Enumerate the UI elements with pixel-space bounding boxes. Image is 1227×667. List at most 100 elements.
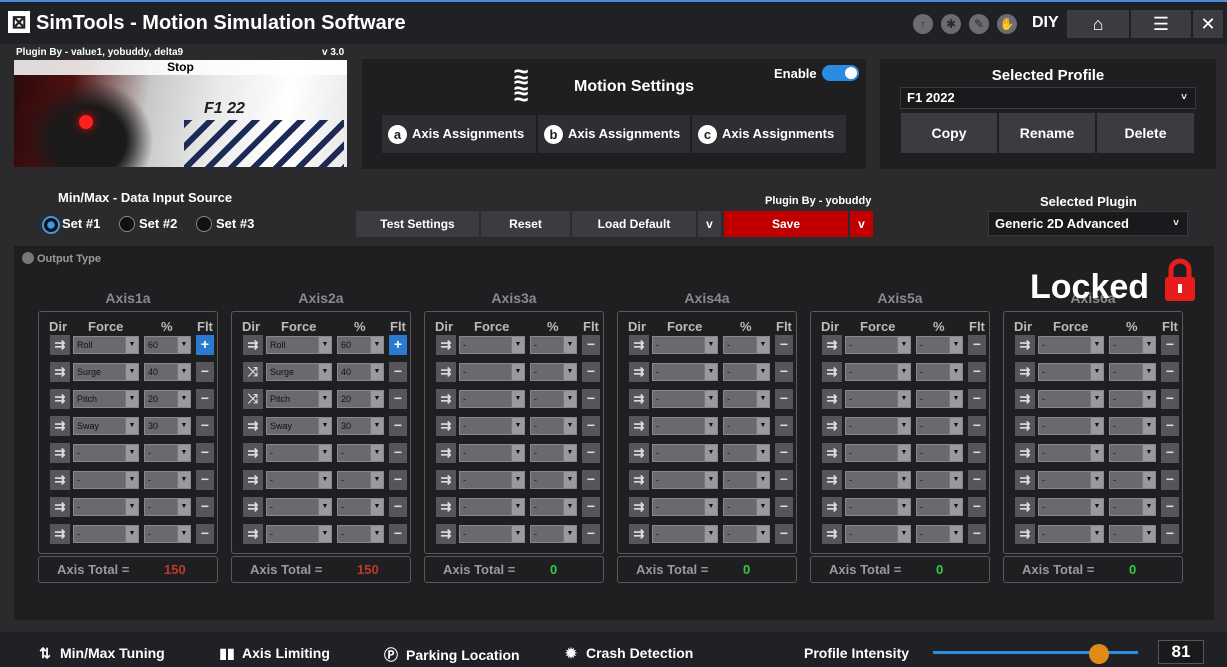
direction-toggle[interactable]: ⇉ [50, 416, 70, 436]
percent-select[interactable]: 60 ▼ [144, 336, 191, 354]
reset-button[interactable]: Reset [481, 211, 570, 237]
save-button[interactable]: Save [724, 211, 848, 237]
filter-button[interactable]: − [196, 497, 214, 517]
filter-button[interactable]: − [1161, 443, 1179, 463]
direction-toggle[interactable]: ⇉ [436, 362, 456, 382]
direction-toggle[interactable]: ⇉ [629, 470, 649, 490]
filter-button[interactable]: − [775, 470, 793, 490]
filter-button[interactable]: − [775, 362, 793, 382]
save-dropdown[interactable]: v [850, 211, 873, 237]
percent-select[interactable]: - ▼ [530, 336, 577, 354]
intensity-slider-handle[interactable] [1089, 644, 1109, 664]
copy-button[interactable]: Copy [901, 113, 997, 153]
filter-button[interactable]: − [968, 524, 986, 544]
filter-button[interactable]: + [389, 335, 407, 355]
set3-radio[interactable]: Set #3 [196, 216, 254, 232]
force-select[interactable]: - ▼ [1038, 336, 1104, 354]
force-select[interactable]: - ▼ [1038, 390, 1104, 408]
force-select[interactable]: - ▼ [845, 471, 911, 489]
direction-toggle[interactable]: ⇉ [822, 335, 842, 355]
filter-button[interactable]: + [196, 335, 214, 355]
direction-toggle[interactable]: ⇉ [243, 335, 263, 355]
delete-button[interactable]: Delete [1097, 113, 1194, 153]
direction-toggle[interactable]: ⇉ [1015, 335, 1035, 355]
plugin-select[interactable]: Generic 2D Advanced ˅ [988, 211, 1188, 236]
force-select[interactable]: Sway ▼ [266, 417, 332, 435]
direction-toggle[interactable]: ⇉ [629, 389, 649, 409]
force-select[interactable]: - ▼ [73, 498, 139, 516]
filter-button[interactable]: − [775, 497, 793, 517]
filter-button[interactable]: − [582, 443, 600, 463]
percent-select[interactable]: 20 ▼ [337, 390, 384, 408]
set2-radio[interactable]: Set #2 [119, 216, 177, 232]
force-select[interactable]: - ▼ [652, 417, 718, 435]
force-select[interactable]: Pitch ▼ [266, 390, 332, 408]
direction-toggle[interactable]: ⇉ [243, 416, 263, 436]
direction-toggle[interactable]: ⇉ [436, 497, 456, 517]
force-select[interactable]: - ▼ [73, 525, 139, 543]
direction-toggle[interactable]: ⇉ [1015, 443, 1035, 463]
enable-toggle[interactable] [822, 65, 859, 81]
filter-button[interactable]: − [582, 470, 600, 490]
hand-icon[interactable]: ✋ [997, 14, 1017, 34]
profile-select[interactable]: F1 2022 ˅ [900, 87, 1196, 109]
filter-button[interactable]: − [968, 335, 986, 355]
filter-button[interactable]: − [968, 443, 986, 463]
filter-button[interactable]: − [1161, 389, 1179, 409]
percent-select[interactable]: - ▼ [337, 498, 384, 516]
force-select[interactable]: Roll ▼ [266, 336, 332, 354]
filter-button[interactable]: − [775, 389, 793, 409]
percent-select[interactable]: - ▼ [530, 525, 577, 543]
force-select[interactable]: - ▼ [1038, 525, 1104, 543]
force-select[interactable]: - ▼ [266, 471, 332, 489]
filter-button[interactable]: − [389, 416, 407, 436]
direction-toggle[interactable]: ⇉ [50, 389, 70, 409]
direction-toggle[interactable]: ⇉ [629, 362, 649, 382]
force-select[interactable]: - ▼ [652, 498, 718, 516]
output-type-label[interactable]: Output Type [22, 252, 101, 265]
percent-select[interactable]: - ▼ [723, 390, 770, 408]
direction-toggle[interactable]: ⇉ [436, 524, 456, 544]
force-select[interactable]: Sway ▼ [73, 417, 139, 435]
filter-button[interactable]: − [389, 389, 407, 409]
percent-select[interactable]: 30 ▼ [144, 417, 191, 435]
force-select[interactable]: - ▼ [266, 444, 332, 462]
direction-toggle[interactable]: ⇉ [1015, 416, 1035, 436]
direction-toggle[interactable]: ⇉ [822, 470, 842, 490]
direction-toggle[interactable]: ⇉ [629, 335, 649, 355]
stop-button[interactable]: Stop [14, 60, 347, 75]
direction-toggle[interactable]: ⇉ [243, 524, 263, 544]
direction-toggle[interactable]: ⇉ [822, 443, 842, 463]
axis-limiting-button[interactable]: ▮▮ Axis Limiting [218, 645, 330, 662]
direction-toggle[interactable]: ⇉ [436, 470, 456, 490]
force-select[interactable]: - ▼ [73, 471, 139, 489]
force-select[interactable]: - ▼ [652, 471, 718, 489]
force-select[interactable]: - ▼ [1038, 417, 1104, 435]
filter-button[interactable]: − [196, 416, 214, 436]
force-select[interactable]: - ▼ [652, 336, 718, 354]
direction-toggle[interactable]: ⇉ [50, 470, 70, 490]
close-button[interactable]: ✕ [1193, 10, 1223, 38]
direction-toggle[interactable]: ⇉ [50, 443, 70, 463]
percent-select[interactable]: - ▼ [916, 498, 963, 516]
force-select[interactable]: - ▼ [652, 363, 718, 381]
percent-select[interactable]: - ▼ [916, 336, 963, 354]
percent-select[interactable]: - ▼ [723, 417, 770, 435]
direction-toggle[interactable]: ⇉ [822, 362, 842, 382]
percent-select[interactable]: - ▼ [1109, 336, 1156, 354]
direction-toggle[interactable]: ⇉ [629, 497, 649, 517]
direction-toggle[interactable]: ⤨ [243, 362, 263, 382]
filter-button[interactable]: − [968, 497, 986, 517]
home-button[interactable]: ⌂ [1067, 10, 1129, 38]
direction-toggle[interactable]: ⇉ [436, 416, 456, 436]
direction-toggle[interactable]: ⇉ [436, 389, 456, 409]
percent-select[interactable]: 30 ▼ [337, 417, 384, 435]
force-select[interactable]: - ▼ [845, 444, 911, 462]
force-select[interactable]: - ▼ [652, 525, 718, 543]
filter-button[interactable]: − [968, 389, 986, 409]
percent-select[interactable]: - ▼ [144, 498, 191, 516]
force-select[interactable]: Roll ▼ [73, 336, 139, 354]
filter-button[interactable]: − [1161, 524, 1179, 544]
percent-select[interactable]: - ▼ [530, 390, 577, 408]
filter-button[interactable]: − [582, 416, 600, 436]
